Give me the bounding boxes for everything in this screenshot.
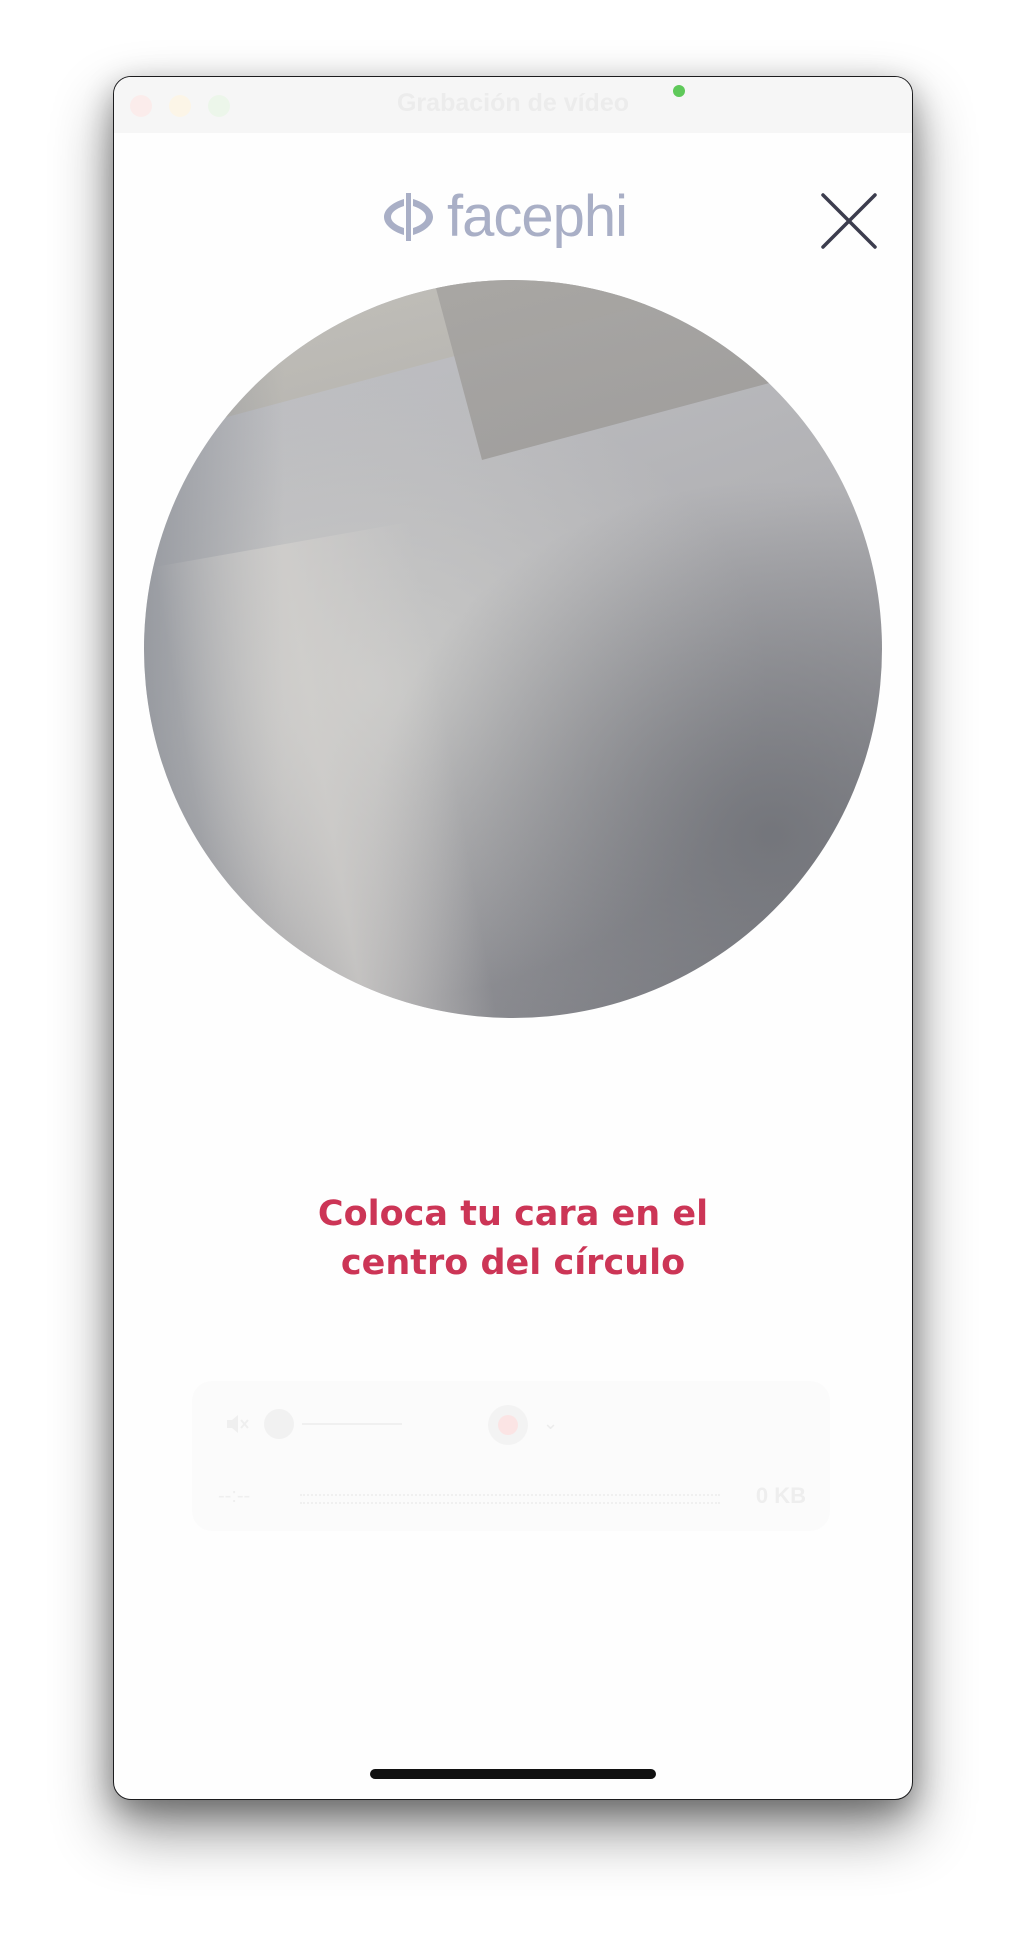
volume-slider-track[interactable] [302,1423,402,1425]
speaker-muted-icon[interactable] [224,1411,250,1437]
recording-progress-bar [300,1494,720,1504]
close-button[interactable] [820,192,878,250]
home-indicator-bar[interactable] [370,1769,656,1779]
recorder-panel: ⌄ --:-- 0 KB [192,1381,830,1531]
volume-slider-knob[interactable] [264,1409,294,1439]
close-icon [821,193,877,249]
window-title: Grabación de vídeo [396,89,629,117]
recording-time: --:-- [218,1485,251,1507]
record-icon [498,1415,518,1435]
record-button[interactable] [488,1405,528,1445]
facephi-wordmark: facephi [447,184,628,249]
app-window: Grabación de vídeo facephi Coloca tu car… [113,76,913,1800]
recording-file-size: 0 KB [755,1483,806,1508]
instruction-line-1: Coloca tu cara en el [317,1194,709,1234]
facephi-logo-icon [384,193,433,241]
title-bar: Grabación de vídeo [114,77,912,133]
chevron-down-icon[interactable]: ⌄ [543,1413,558,1434]
facephi-logo: facephi [379,184,628,249]
camera-preview-circle [144,280,882,1018]
face-position-instruction: Coloca tu cara en el centro del círculo [114,1190,912,1288]
instruction-line-2: centro del círculo [340,1243,686,1283]
screen: Grabación de vídeo facephi Coloca tu car… [0,0,1020,1942]
recording-indicator-dot [673,85,685,97]
